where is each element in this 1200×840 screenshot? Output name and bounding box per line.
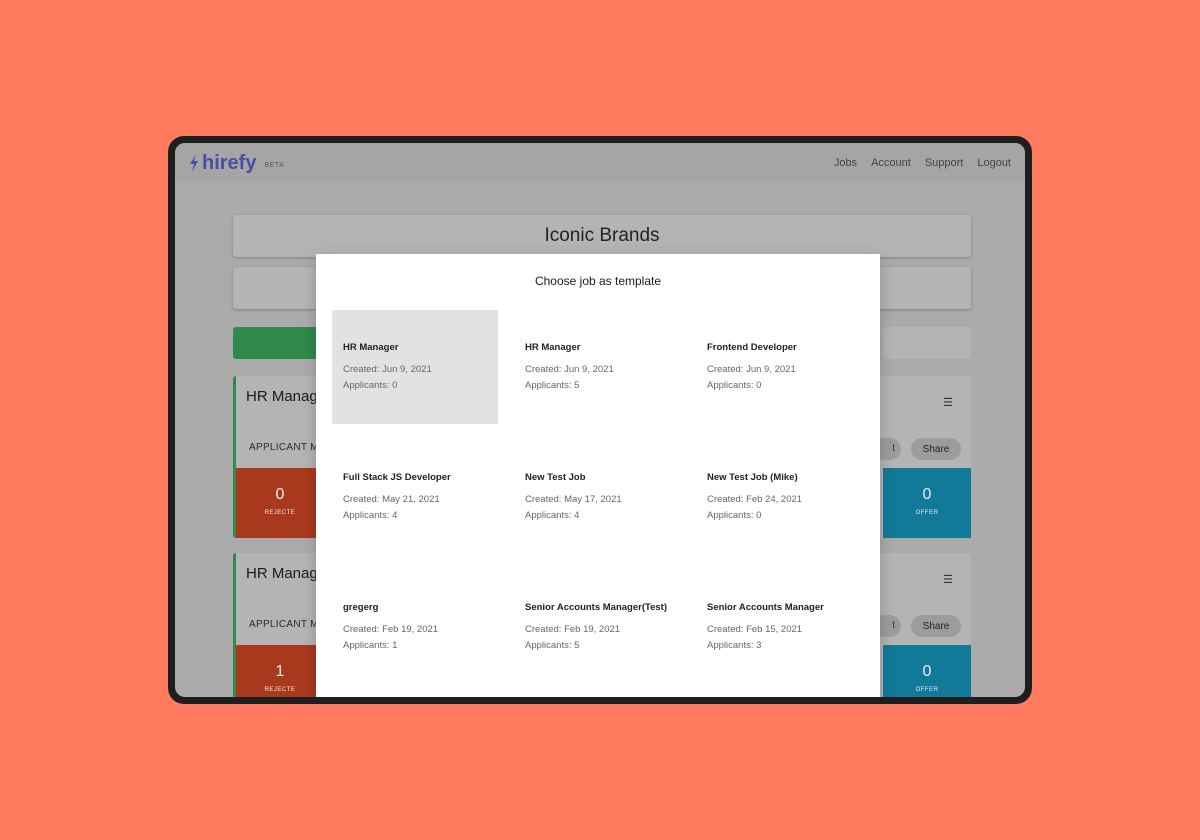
job-subtitle: APPLICANT M	[249, 442, 319, 453]
offer-stat[interactable]: 0 OFFER	[883, 468, 971, 538]
template-applicants: Applicants: 0	[343, 380, 398, 391]
template-title: Senior Accounts Manager(Test)	[525, 602, 667, 613]
brand-name: hirefy	[202, 151, 257, 174]
template-applicants: Applicants: 5	[525, 380, 580, 391]
template-applicants: Applicants: 5	[525, 640, 580, 651]
list-menu-icon[interactable]: ☰	[943, 396, 953, 409]
offer-stat[interactable]: 0 OFFER	[883, 645, 971, 697]
rejected-count: 1	[275, 663, 285, 680]
template-item[interactable]: Senior Accounts Manager(Test) Created: F…	[514, 570, 680, 684]
offer-label: OFFER	[915, 687, 939, 693]
list-menu-icon[interactable]: ☰	[943, 573, 953, 586]
job-title: HR Manag	[246, 388, 318, 405]
template-title: gregerg	[343, 602, 379, 613]
template-modal: Choose job as template HR Manager Create…	[316, 254, 880, 697]
job-subtitle: APPLICANT M	[249, 619, 319, 630]
template-title: Senior Accounts Manager	[707, 602, 824, 613]
rejected-label: REJECTE	[264, 510, 296, 516]
brand-logo[interactable]: hirefy	[189, 152, 256, 175]
search-bar[interactable]	[883, 327, 971, 359]
modal-title: Choose job as template	[534, 274, 662, 288]
template-applicants: Applicants: 1	[343, 640, 398, 651]
top-navbar: hirefy BETA Jobs Account Support Logout	[175, 143, 1025, 183]
template-item[interactable]: gregerg Created: Feb 19, 2021 Applicants…	[332, 570, 498, 684]
template-applicants: Applicants: 0	[707, 380, 762, 391]
share-button[interactable]: Share	[911, 438, 961, 460]
nav-jobs[interactable]: Jobs	[834, 157, 857, 169]
template-created: Created: Feb 19, 2021	[525, 624, 621, 635]
template-item[interactable]: Senior Accounts Manager Created: Feb 15,…	[696, 570, 862, 684]
template-item[interactable]: Frontend Developer Created: Jun 9, 2021 …	[696, 310, 862, 424]
template-item[interactable]: New Test Job Created: May 17, 2021 Appli…	[514, 440, 680, 554]
device-frame: hirefy BETA Jobs Account Support Logout …	[168, 136, 1032, 704]
template-created: Created: Feb 24, 2021	[707, 494, 803, 505]
template-item[interactable]: New Test Job (Mike) Created: Feb 24, 202…	[696, 440, 862, 554]
template-created: Created: Jun 9, 2021	[707, 364, 796, 375]
create-job-button[interactable]	[233, 327, 323, 359]
offer-count: 0	[922, 663, 932, 680]
app-screen: hirefy BETA Jobs Account Support Logout …	[175, 143, 1025, 697]
template-created: Created: Feb 15, 2021	[707, 624, 803, 635]
template-item[interactable]: Full Stack JS Developer Created: May 21,…	[332, 440, 498, 554]
offer-count: 0	[922, 486, 932, 503]
job-title: HR Manag	[246, 565, 318, 582]
template-item[interactable]: HR Manager Created: Jun 9, 2021 Applican…	[332, 310, 498, 424]
template-created: Created: May 21, 2021	[343, 494, 440, 505]
offer-label: OFFER	[915, 510, 939, 516]
template-created: Created: Feb 19, 2021	[343, 624, 439, 635]
nav-logout[interactable]: Logout	[977, 157, 1011, 169]
template-item[interactable]: HR Manager Created: Jun 9, 2021 Applican…	[514, 310, 680, 424]
main-nav: Jobs Account Support Logout	[834, 157, 1011, 169]
template-created: Created: May 17, 2021	[525, 494, 622, 505]
nav-account[interactable]: Account	[871, 157, 911, 169]
beta-badge: BETA	[264, 161, 285, 169]
template-created: Created: Jun 9, 2021	[343, 364, 432, 375]
template-title: New Test Job	[525, 472, 586, 483]
nav-support[interactable]: Support	[925, 157, 964, 169]
template-created: Created: Jun 9, 2021	[525, 364, 614, 375]
bolt-icon	[190, 154, 198, 172]
template-applicants: Applicants: 4	[525, 510, 580, 521]
template-title: Full Stack JS Developer	[343, 472, 451, 483]
template-title: Frontend Developer	[707, 342, 797, 353]
template-title: HR Manager	[525, 342, 581, 353]
rejected-stat[interactable]: 1 REJECTE	[236, 645, 324, 697]
template-applicants: Applicants: 4	[343, 510, 398, 521]
template-applicants: Applicants: 0	[707, 510, 762, 521]
company-name: Iconic Brands	[544, 225, 660, 246]
rejected-count: 0	[275, 486, 285, 503]
template-grid: HR Manager Created: Jun 9, 2021 Applican…	[332, 310, 880, 684]
template-applicants: Applicants: 3	[707, 640, 762, 651]
template-title: New Test Job (Mike)	[707, 472, 798, 483]
template-title: HR Manager	[343, 342, 399, 353]
rejected-label: REJECTE	[264, 687, 296, 693]
share-button[interactable]: Share	[911, 615, 961, 637]
rejected-stat[interactable]: 0 REJECTE	[236, 468, 324, 538]
company-header: Iconic Brands	[233, 215, 971, 257]
